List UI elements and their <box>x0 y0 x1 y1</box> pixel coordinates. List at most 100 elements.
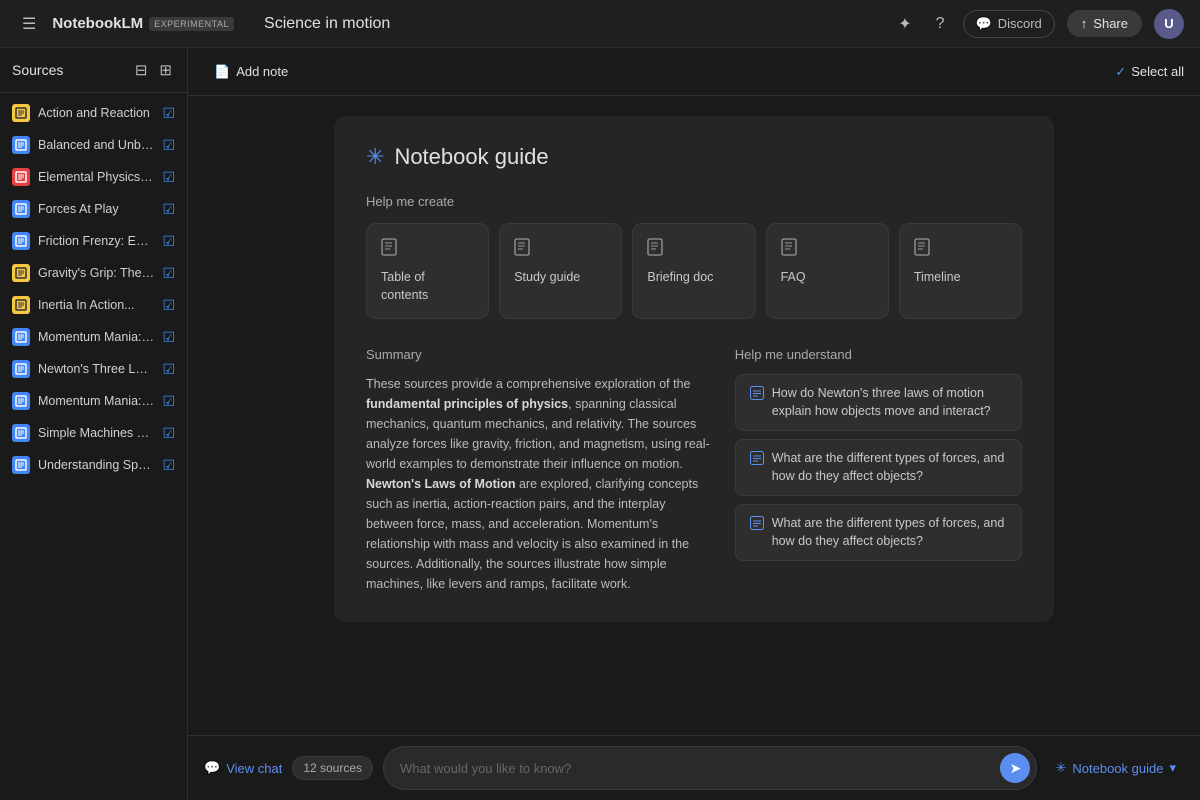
source-item[interactable]: Inertia In Action... ☑ <box>0 289 187 321</box>
question-text: How do Newton's three laws of motion exp… <box>772 385 1007 420</box>
share-button[interactable]: ↑ Share <box>1067 10 1142 37</box>
help-button[interactable]: ? <box>930 9 951 39</box>
create-card-label: Table of contents <box>381 269 474 304</box>
add-note-icon: 📄 <box>214 64 230 80</box>
chat-icon: 💬 <box>204 760 220 776</box>
notebook-guide-title: Notebook guide <box>394 144 548 170</box>
question-icon <box>750 451 764 471</box>
create-card-icon <box>514 238 607 261</box>
create-card-icon <box>381 238 474 261</box>
source-checkbox[interactable]: ☑ <box>162 457 175 474</box>
source-checkbox[interactable]: ☑ <box>162 169 175 186</box>
add-note-button[interactable]: 📄 Add note <box>204 59 298 85</box>
filter-sources-button[interactable]: ⊟ <box>132 58 151 82</box>
sidebar-header: Sources ⊟ ⊞ <box>0 48 187 93</box>
asterisk-icon: ✳ <box>366 144 384 170</box>
source-type-icon <box>12 200 30 218</box>
source-type-icon <box>12 296 30 314</box>
understand-card-1[interactable]: What are the different types of forces, … <box>735 439 1022 496</box>
question-icon <box>750 386 764 406</box>
select-all-label: Select all <box>1131 64 1184 79</box>
help-create-label: Help me create <box>366 194 1022 209</box>
understand-card-0[interactable]: How do Newton's three laws of motion exp… <box>735 374 1022 431</box>
create-card-timeline[interactable]: Timeline <box>899 223 1022 319</box>
source-checkbox[interactable]: ☑ <box>162 233 175 250</box>
source-item[interactable]: Newton's Three Laws... ☑ <box>0 353 187 385</box>
create-card-label: Briefing doc <box>647 269 740 287</box>
source-checkbox[interactable]: ☑ <box>162 105 175 122</box>
source-checkbox[interactable]: ☑ <box>162 201 175 218</box>
source-label: Action and Reaction <box>38 106 154 120</box>
hamburger-icon: ☰ <box>22 14 36 34</box>
create-card-table-of-contents[interactable]: Table of contents <box>366 223 489 319</box>
discord-icon: 💬 <box>976 16 992 32</box>
view-chat-label: View chat <box>226 761 282 776</box>
source-checkbox[interactable]: ☑ <box>162 329 175 346</box>
chat-input-wrapper: ➤ <box>383 746 1037 790</box>
source-item[interactable]: Simple Machines Make... ☑ <box>0 417 187 449</box>
sources-badge: 12 sources <box>292 756 373 780</box>
source-item[interactable]: Friction Frenzy: Explorin... ☑ <box>0 225 187 257</box>
source-label: Momentum Mania: Inves... <box>38 394 154 408</box>
source-item[interactable]: Gravity's Grip: The Force... ☑ <box>0 257 187 289</box>
source-type-icon <box>12 232 30 250</box>
hamburger-menu-button[interactable]: ☰ <box>16 8 42 40</box>
create-card-label: Timeline <box>914 269 1007 287</box>
source-label: Elemental Physics, Third... <box>38 170 154 184</box>
discord-label: Discord <box>998 16 1042 31</box>
source-checkbox[interactable]: ☑ <box>162 297 175 314</box>
share-label: Share <box>1093 16 1128 31</box>
source-item[interactable]: Action and Reaction ☑ <box>0 97 187 129</box>
source-type-icon <box>12 328 30 346</box>
select-all-button[interactable]: ✓ Select all <box>1115 64 1184 80</box>
create-card-briefing-doc[interactable]: Briefing doc <box>632 223 755 319</box>
source-checkbox[interactable]: ☑ <box>162 137 175 154</box>
chat-send-button[interactable]: ➤ <box>1000 753 1030 783</box>
chevron-down-icon: ▾ <box>1169 760 1176 776</box>
add-note-label: Add note <box>236 64 288 79</box>
brand-name: NotebookLM <box>52 15 143 32</box>
source-checkbox[interactable]: ☑ <box>162 265 175 282</box>
source-checkbox[interactable]: ☑ <box>162 361 175 378</box>
source-item[interactable]: Momentum Mania: Inves... ☑ <box>0 321 187 353</box>
understand-card-2[interactable]: What are the different types of forces, … <box>735 504 1022 561</box>
view-chat-button[interactable]: 💬 View chat <box>204 760 282 776</box>
source-type-icon <box>12 392 30 410</box>
create-card-label: FAQ <box>781 269 874 287</box>
source-label: Gravity's Grip: The Force... <box>38 266 154 280</box>
source-item[interactable]: Momentum Mania: Inves... ☑ <box>0 385 187 417</box>
sidebar-actions: ⊟ ⊞ <box>132 58 175 82</box>
source-type-icon <box>12 264 30 282</box>
help-icon: ? <box>936 15 945 33</box>
source-item[interactable]: Balanced and Unbalanced... ☑ <box>0 129 187 161</box>
source-item[interactable]: Understanding Speed, Ve... ☑ <box>0 449 187 481</box>
filter-icon: ⊟ <box>135 61 148 79</box>
question-icon <box>750 516 764 536</box>
notebook-guide-header: ✳ Notebook guide <box>366 144 1022 170</box>
discord-button[interactable]: 💬 Discord <box>963 10 1055 38</box>
chat-bar: 💬 View chat 12 sources ➤ ✳ Notebook guid… <box>188 735 1200 800</box>
source-item[interactable]: Elemental Physics, Third... ☑ <box>0 161 187 193</box>
notebook-guide-toggle-button[interactable]: ✳ Notebook guide ▾ <box>1047 755 1184 781</box>
chat-input[interactable] <box>400 761 1000 776</box>
create-card-faq[interactable]: FAQ <box>766 223 889 319</box>
header-left: ☰ NotebookLM Experimental Science in mot… <box>16 8 390 40</box>
help-understand-title: Help me understand <box>735 347 1022 362</box>
source-checkbox[interactable]: ☑ <box>162 393 175 410</box>
source-label: Forces At Play <box>38 202 154 216</box>
source-checkbox[interactable]: ☑ <box>162 425 175 442</box>
understand-cards: How do Newton's three laws of motion exp… <box>735 374 1022 561</box>
settings-button[interactable]: ✦ <box>892 8 917 40</box>
brand-logo: NotebookLM Experimental <box>52 15 234 32</box>
source-list: Action and Reaction ☑ Balanced and Unbal… <box>0 93 187 800</box>
notebook-panel: ✳ Notebook guide Help me create Table of… <box>334 116 1054 622</box>
add-source-button[interactable]: ⊞ <box>156 58 175 82</box>
create-card-study-guide[interactable]: Study guide <box>499 223 622 319</box>
summary-text: These sources provide a comprehensive ex… <box>366 374 711 594</box>
help-understand-section: Help me understand How do Newton's three… <box>735 347 1022 594</box>
source-item[interactable]: Forces At Play ☑ <box>0 193 187 225</box>
content-area: 📄 Add note ✓ Select all ✳ Notebook guide… <box>188 48 1200 800</box>
source-label: Inertia In Action... <box>38 298 154 312</box>
create-card-icon <box>647 238 740 261</box>
create-cards: Table of contents Study guide Briefing d… <box>366 223 1022 319</box>
